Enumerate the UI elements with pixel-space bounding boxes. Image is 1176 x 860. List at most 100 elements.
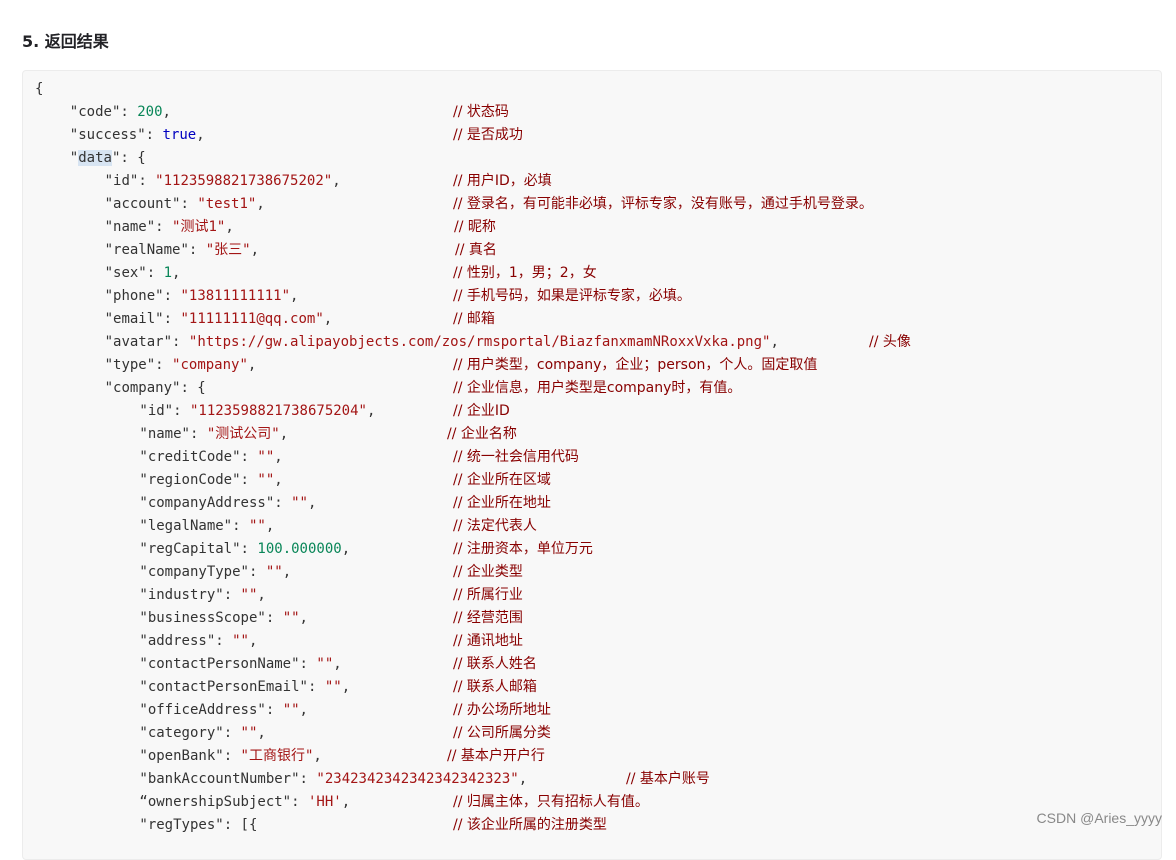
code-token: "regTypes" [139,817,224,833]
code-token: "" [282,610,300,626]
code-comment: // 用户类型，company，企业；person，个人。固定取值 [453,357,818,373]
code-token: : [223,748,241,764]
code-token: , [196,127,205,143]
code-comment: // 状态码 [453,104,509,120]
code-comment: // 企业名称 [447,426,517,442]
code-line: "name": "测试1", [105,216,234,239]
code-comment: // 邮箱 [453,311,495,327]
code-token: : [138,173,156,189]
code-line: "id": "1123598821738675202", [105,170,341,193]
code-token: "company" [104,380,181,396]
code-token: " [69,150,79,166]
code-token: "test1" [197,196,257,212]
code-comment: // 基本户开户行 [447,748,545,764]
code-token: "category" [139,725,224,741]
code-comment: // 所属行业 [453,587,523,603]
code-token: : [172,334,189,350]
code-comment: // 登录名，有可能非必填，评标专家，没有账号，通过手机号登录。 [453,196,873,212]
code-token: , [341,541,351,557]
code-token: "张三" [205,242,251,258]
code-token: : [248,564,266,580]
code-line: "name": "测试公司", [139,423,288,446]
code-token: : [299,771,317,787]
code-token: , [341,679,351,695]
code-token: : { [120,150,146,166]
code-token: , [341,794,351,810]
code-token: : [240,541,258,557]
code-token: : [120,104,138,120]
code-token: , [299,610,308,626]
code-token: "1123598821738675204" [189,403,367,419]
code-token: , [247,357,257,373]
code-line: "regionCode": "", [139,469,282,492]
code-token: : [291,794,308,810]
code-comment: // 企业类型 [453,564,523,580]
code-token: : [163,311,181,327]
code-token: "company" [172,357,248,373]
code-token: , [248,633,258,649]
section-heading: 5. 返回结果 [22,32,109,51]
code-token: "sex" [104,265,147,281]
code-line: "openBank": "工商银行", [139,745,321,768]
code-comment: // 法定代表人 [453,518,537,534]
code-line: "data": { [70,147,146,170]
code-token: : [265,702,283,718]
code-token: "legalName" [139,518,233,534]
code-token: , [225,219,234,235]
code-token: , [299,702,308,718]
code-token: "" [240,587,258,603]
code-token: : [145,127,163,143]
code-token: : [223,587,241,603]
code-token: "industry" [139,587,224,603]
code-comment: // 企业ID [453,403,510,419]
code-token: , [162,104,171,120]
code-token: "phone" [104,288,164,304]
code-token: "1123598821738675202" [155,173,333,189]
code-token: , [770,334,779,350]
code-token: , [265,518,275,534]
code-token: "13811111111" [180,288,291,304]
code-token: : [307,679,325,695]
code-token: "success" [69,127,146,143]
code-token: 'HH' [307,794,342,810]
code-comment: // 公司所属分类 [453,725,551,741]
code-token: "regCapital" [139,541,241,557]
code-token: : [265,610,283,626]
code-token: “ownershipSubject" [139,794,292,810]
code-line: "company": { [105,377,206,400]
code-line: "sex": 1, [105,262,181,285]
code-token: "" [232,633,249,649]
code-token: : [223,725,241,741]
code-token: : [274,495,292,511]
code-token: , [290,288,299,304]
code-token: "contactPersonEmail" [139,679,308,695]
code-comment: // 联系人邮箱 [453,679,537,695]
code-token: "" [240,725,258,741]
code-line: “ownershipSubject": 'HH', [139,791,350,814]
code-comment: // 经营范围 [453,610,523,626]
code-token: "businessScope" [139,610,266,626]
code-comment: // 基本户账号 [626,771,710,787]
code-comment: // 是否成功 [453,127,523,143]
code-line: "bankAccountNumber": "234234234234234234… [139,768,527,791]
code-comment: // 昵称 [454,219,496,235]
code-line: "industry": "", [139,584,265,607]
code-token: 1 [163,265,173,281]
code-token: "" [257,472,275,488]
code-token: "email" [104,311,164,327]
code-token: , [332,173,341,189]
code-token: , [257,725,266,741]
code-token: "" [316,656,334,672]
code-line: "contactPersonName": "", [139,653,341,676]
code-token: , [256,196,265,212]
code-token: "id" [139,403,174,419]
code-token: : [{ [223,817,258,833]
code-token: "" [265,564,283,580]
code-comment: // 用户ID，必填 [453,173,552,189]
code-token: : [155,219,173,235]
code-block: {"code": 200, // 状态码 "success": true, // 是否… [22,70,1162,860]
code-token: , [518,771,528,787]
code-token: : [188,242,206,258]
code-token: "creditCode" [139,449,241,465]
code-comment: // 性别，1，男；2，女 [453,265,597,281]
